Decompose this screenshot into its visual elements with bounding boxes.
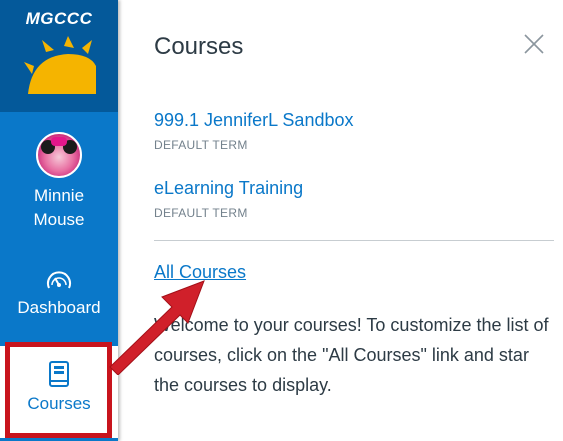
avatar-bow (51, 137, 67, 146)
institution-logo[interactable]: MGCCC (0, 0, 118, 112)
course-link-elearning[interactable]: eLearning Training (154, 178, 303, 199)
dashboard-label: Dashboard (17, 298, 101, 317)
nav-account[interactable]: Minnie Mouse (0, 132, 118, 232)
close-icon[interactable] (522, 32, 546, 56)
courses-tray: Courses 999.1 JenniferL Sandbox DEFAULT … (118, 0, 563, 441)
sun-icon (24, 36, 96, 94)
course-term: DEFAULT TERM (154, 138, 248, 152)
all-courses-link[interactable]: All Courses (154, 262, 246, 283)
course-link-sandbox[interactable]: 999.1 JenniferL Sandbox (154, 110, 354, 131)
speedometer-icon (47, 271, 71, 289)
tray-title: Courses (154, 33, 244, 60)
divider (154, 240, 554, 241)
account-last-name: Mouse (33, 210, 85, 229)
courses-highlight-box (5, 342, 112, 438)
nav-dashboard[interactable]: Dashboard (0, 268, 118, 320)
avatar (36, 132, 82, 178)
welcome-message: Welcome to your courses! To customize th… (154, 315, 549, 395)
course-term: DEFAULT TERM (154, 206, 248, 220)
logo-text: MGCCC (25, 9, 93, 28)
account-first-name: Minnie (33, 186, 85, 205)
app-frame: MGCCC Minnie Mouse Dashboard Courses Cou… (0, 0, 563, 441)
